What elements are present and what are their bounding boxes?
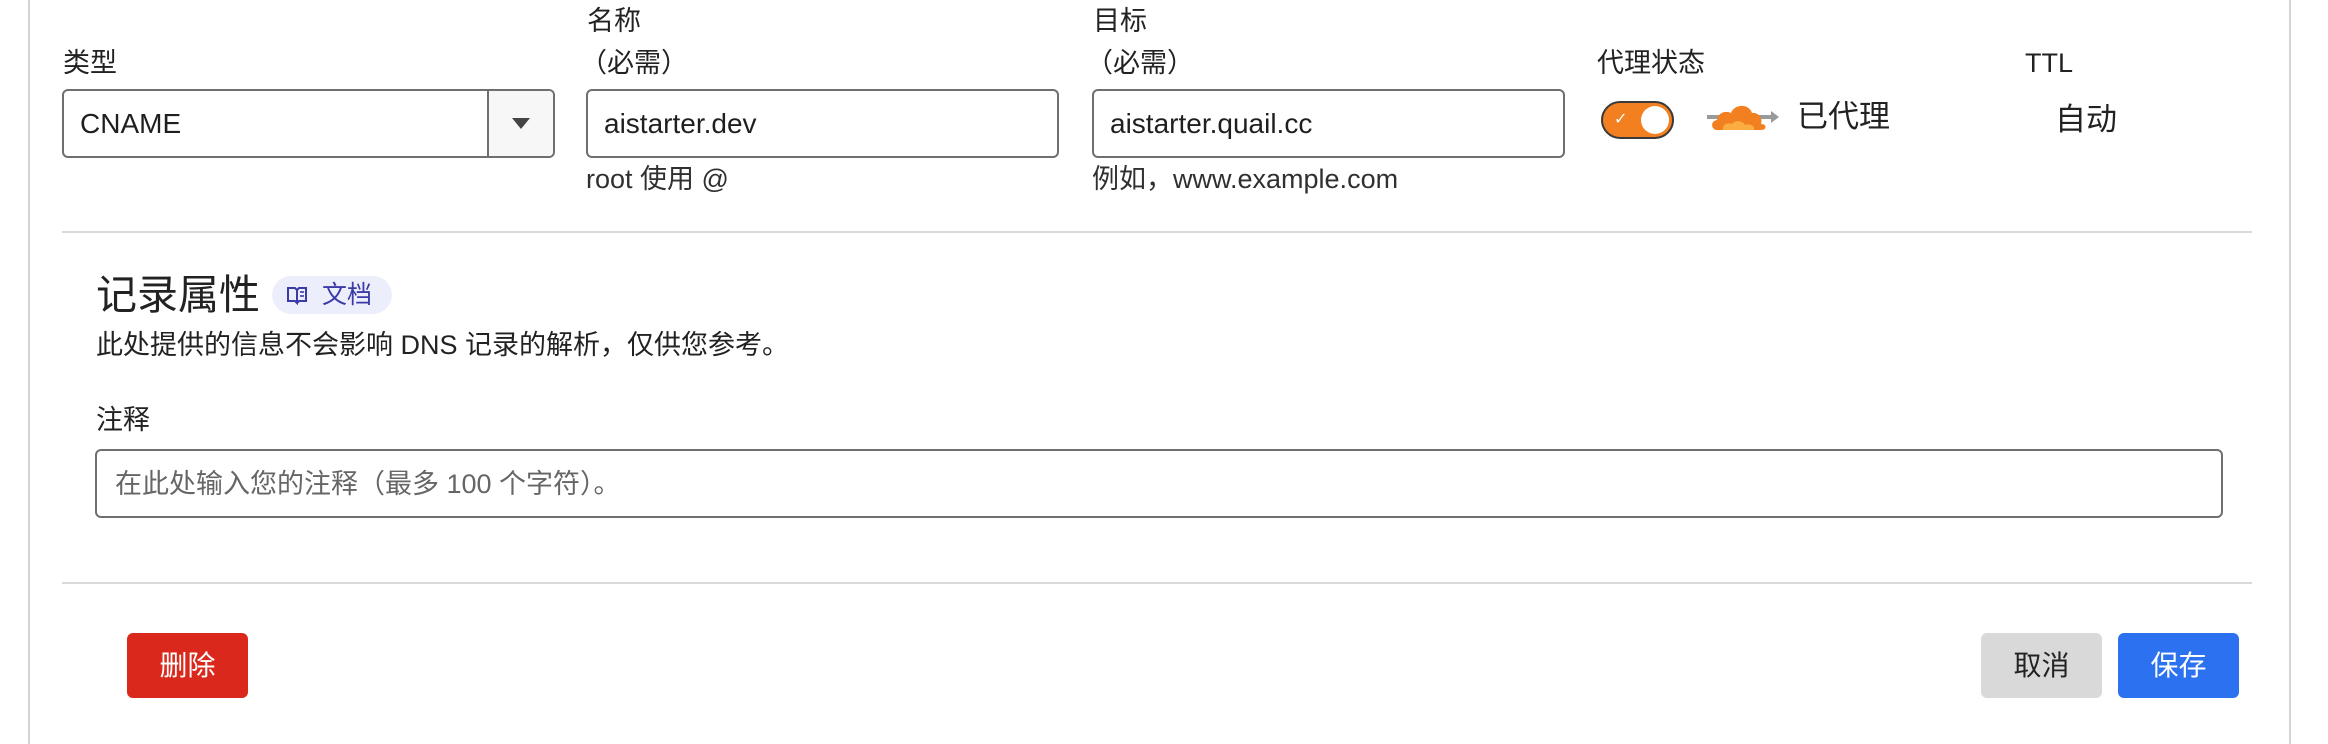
proxy-status-text: 已代理	[1797, 99, 1890, 134]
target-label: 目标	[1093, 6, 1147, 36]
name-input[interactable]: aistarter.dev	[586, 89, 1059, 158]
toggle-knob	[1641, 106, 1669, 134]
comment-input[interactable]	[113, 451, 2207, 518]
divider	[62, 231, 2252, 233]
docs-link-label: 文档	[322, 281, 373, 309]
save-button[interactable]: 保存	[2118, 633, 2239, 698]
panel-right-border	[2289, 0, 2291, 744]
panel-left-border	[28, 0, 30, 744]
divider	[62, 582, 2252, 584]
book-icon	[287, 287, 307, 305]
target-input-value: aistarter.quail.cc	[1110, 108, 1313, 139]
ttl-value: 自动	[2055, 102, 2117, 137]
docs-link[interactable]: 文档	[272, 276, 392, 314]
chevron-down-icon[interactable]	[487, 91, 553, 156]
proxy-status-label: 代理状态	[1597, 48, 1705, 78]
name-label: 名称	[587, 6, 641, 36]
type-select[interactable]: CNAME	[62, 89, 555, 158]
check-icon: ✓	[1614, 111, 1628, 128]
cloud-icon	[1707, 105, 1779, 130]
section-title: 记录属性	[96, 272, 260, 318]
target-input[interactable]: aistarter.quail.cc	[1092, 89, 1565, 158]
name-help-text: root 使用 @	[586, 164, 729, 194]
ttl-label: TTL	[2025, 48, 2074, 78]
cancel-button[interactable]: 取消	[1981, 633, 2102, 698]
delete-button[interactable]: 删除	[127, 633, 248, 698]
comment-label: 注释	[96, 405, 150, 435]
type-label: 类型	[63, 48, 117, 78]
target-required-label: （必需）	[1086, 48, 1194, 78]
section-description: 此处提供的信息不会影响 DNS 记录的解析，仅供您参考。	[96, 330, 790, 360]
name-input-value: aistarter.dev	[604, 108, 757, 139]
target-help-text: 例如，www.example.com	[1092, 164, 1399, 194]
proxy-toggle[interactable]: ✓	[1601, 101, 1674, 139]
name-required-label: （必需）	[580, 48, 688, 78]
type-select-value: CNAME	[80, 108, 182, 139]
comment-field[interactable]	[95, 449, 2223, 518]
